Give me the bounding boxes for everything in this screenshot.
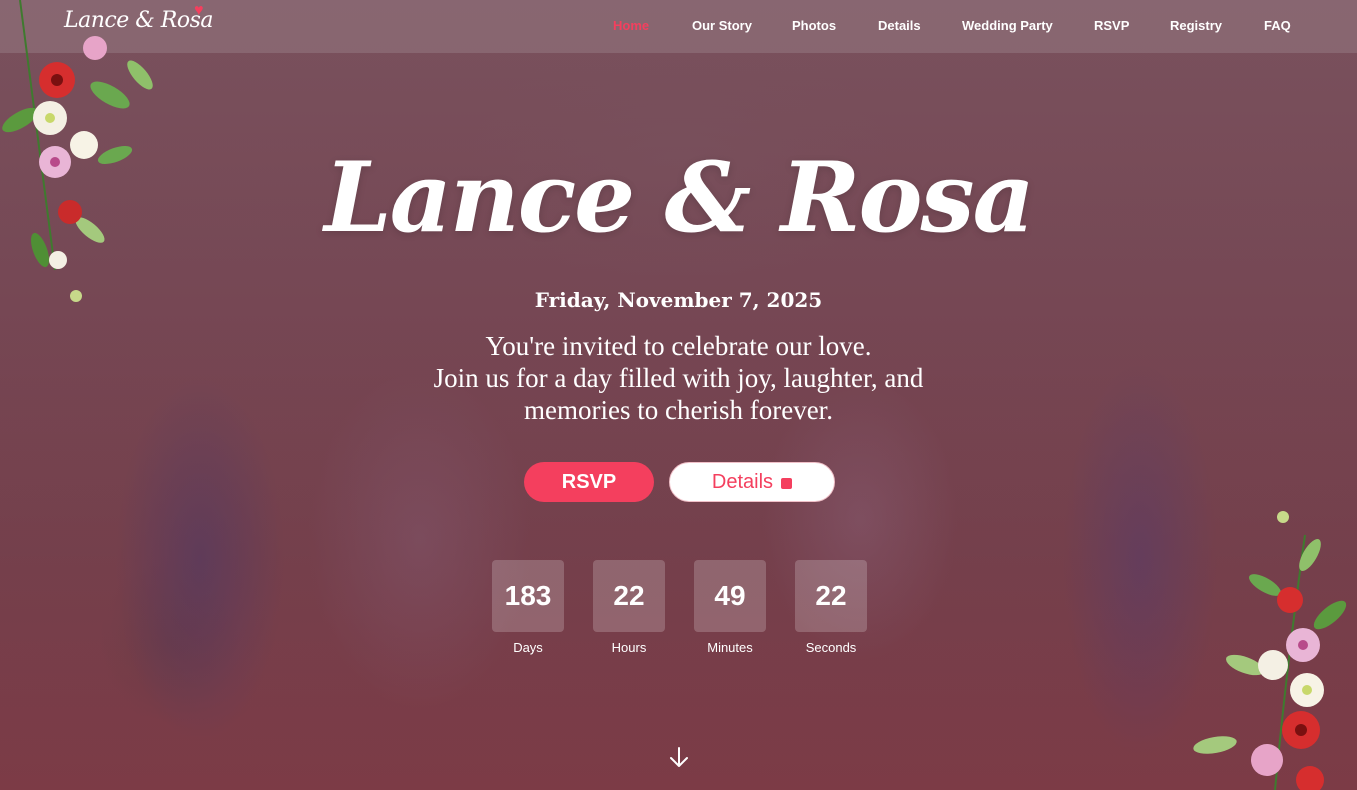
nav-link-rsvp[interactable]: RSVP — [1094, 18, 1129, 33]
invitation-line-2: Join us for a day filled with joy, laugh… — [433, 363, 924, 393]
invitation-line-1: You're invited to celebrate our love. — [485, 331, 872, 361]
floral-decoration-bottom-right — [1193, 511, 1347, 790]
rsvp-button-label: RSVP — [561, 470, 617, 493]
countdown-seconds-value: 22 — [795, 560, 867, 632]
nav-link-photos[interactable]: Photos — [792, 18, 836, 33]
countdown-days-label: Days — [513, 640, 543, 655]
nav-link-wedding-party[interactable]: Wedding Party — [962, 18, 1053, 33]
wedding-date: Friday, November 7, 2025 — [534, 288, 823, 312]
navbar: Lance & Rosa ♥ Home Our Story Photos Det… — [0, 0, 1357, 53]
heart-icon: ♥ — [194, 2, 204, 19]
invitation-message: You're invited to celebrate our love. Jo… — [0, 330, 1357, 426]
details-button-label: Details — [711, 470, 774, 493]
nav-link-faq[interactable]: FAQ — [1264, 18, 1291, 33]
countdown-minutes-label: Minutes — [707, 640, 753, 655]
floral-decoration-top-left — [2, 0, 153, 302]
arrow-down-icon[interactable] — [669, 746, 689, 770]
countdown-hours-label: Hours — [611, 640, 647, 655]
nav-link-details[interactable]: Details — [878, 18, 921, 33]
calendar-icon — [781, 477, 793, 489]
nav-link-home[interactable]: Home — [613, 18, 649, 33]
hero-title: Lance & Rosa — [324, 141, 1035, 254]
countdown-hours-value: 22 — [593, 560, 665, 632]
nav-link-our-story[interactable]: Our Story — [692, 18, 752, 33]
countdown-minutes-value: 49 — [694, 560, 766, 632]
invitation-line-3: memories to cherish forever. — [524, 395, 833, 425]
countdown-days-value: 183 — [492, 560, 564, 632]
nav-link-registry[interactable]: Registry — [1170, 18, 1222, 33]
details-button[interactable]: Details — [669, 462, 835, 502]
countdown-seconds-label: Seconds — [805, 640, 857, 655]
rsvp-button[interactable]: RSVP — [524, 462, 654, 502]
